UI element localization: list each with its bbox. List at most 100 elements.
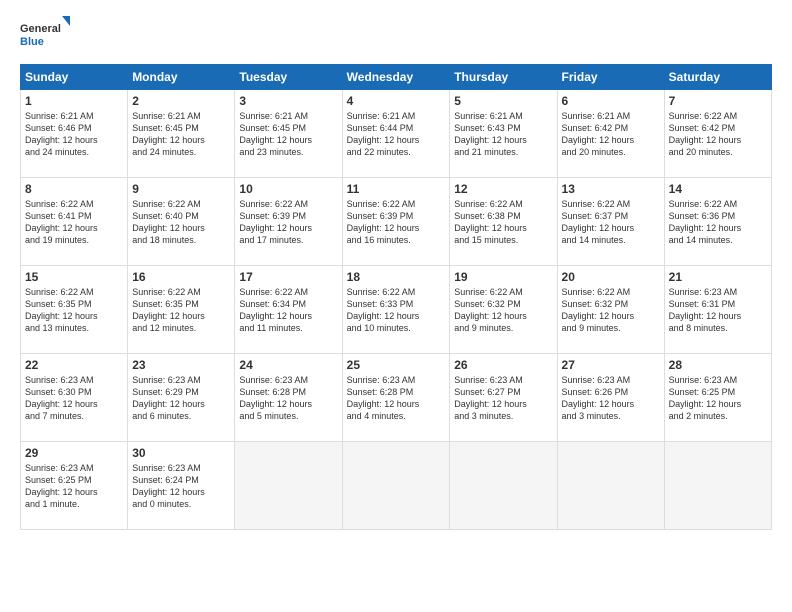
calendar-cell xyxy=(342,442,450,530)
calendar-week-row: 1 Sunrise: 6:21 AM Sunset: 6:46 PM Daylig… xyxy=(21,90,772,178)
day-info: Sunrise: 6:23 AM Sunset: 6:28 PM Dayligh… xyxy=(347,374,446,423)
day-info: Sunrise: 6:23 AM Sunset: 6:25 PM Dayligh… xyxy=(669,374,767,423)
day-info: Sunrise: 6:22 AM Sunset: 6:42 PM Dayligh… xyxy=(669,110,767,159)
calendar-cell: 6 Sunrise: 6:21 AM Sunset: 6:42 PM Daylig… xyxy=(557,90,664,178)
calendar-cell: 24Sunrise: 6:23 AM Sunset: 6:28 PM Dayli… xyxy=(235,354,342,442)
day-number: 24 xyxy=(239,358,337,372)
day-number: 12 xyxy=(454,182,552,196)
calendar-cell: 14 Sunrise: 6:22 AM Sunset: 6:36 PM Dayli… xyxy=(664,178,771,266)
day-number: 26 xyxy=(454,358,552,372)
day-info: Sunrise: 6:23 AM Sunset: 6:24 PM Dayligh… xyxy=(132,462,230,511)
logo: General Blue xyxy=(20,16,70,52)
day-number: 10 xyxy=(239,182,337,196)
day-info: Sunrise: 6:22 AM Sunset: 6:35 PM Dayligh… xyxy=(132,286,230,335)
calendar-cell: 4Sunrise: 6:21 AM Sunset: 6:44 PM Daylig… xyxy=(342,90,450,178)
day-number: 2 xyxy=(132,94,230,108)
day-number: 6 xyxy=(562,94,660,108)
day-info: Sunrise: 6:22 AM Sunset: 6:41 PM Dayligh… xyxy=(25,198,123,247)
day-number: 14 xyxy=(669,182,767,196)
day-info: Sunrise: 6:21 AM Sunset: 6:46 PM Dayligh… xyxy=(25,110,123,159)
day-info: Sunrise: 6:22 AM Sunset: 6:33 PM Dayligh… xyxy=(347,286,446,335)
day-info: Sunrise: 6:23 AM Sunset: 6:31 PM Dayligh… xyxy=(669,286,767,335)
day-info: Sunrise: 6:23 AM Sunset: 6:25 PM Dayligh… xyxy=(25,462,123,511)
day-info: Sunrise: 6:23 AM Sunset: 6:26 PM Dayligh… xyxy=(562,374,660,423)
calendar-cell: 17Sunrise: 6:22 AM Sunset: 6:34 PM Dayli… xyxy=(235,266,342,354)
calendar-cell: 30 Sunrise: 6:23 AM Sunset: 6:24 PM Dayli… xyxy=(128,442,235,530)
calendar-week-row: 8 Sunrise: 6:22 AM Sunset: 6:41 PM Daylig… xyxy=(21,178,772,266)
day-number: 23 xyxy=(132,358,230,372)
calendar-cell: 5 Sunrise: 6:21 AM Sunset: 6:43 PM Daylig… xyxy=(450,90,557,178)
day-number: 9 xyxy=(132,182,230,196)
day-info: Sunrise: 6:21 AM Sunset: 6:42 PM Dayligh… xyxy=(562,110,660,159)
calendar-day-header: Monday xyxy=(128,65,235,90)
day-info: Sunrise: 6:22 AM Sunset: 6:37 PM Dayligh… xyxy=(562,198,660,247)
day-number: 3 xyxy=(239,94,337,108)
calendar-cell: 7 Sunrise: 6:22 AM Sunset: 6:42 PM Daylig… xyxy=(664,90,771,178)
calendar-cell: 9 Sunrise: 6:22 AM Sunset: 6:40 PM Daylig… xyxy=(128,178,235,266)
calendar-day-header: Thursday xyxy=(450,65,557,90)
calendar-cell: 19Sunrise: 6:22 AM Sunset: 6:32 PM Dayli… xyxy=(450,266,557,354)
day-info: Sunrise: 6:22 AM Sunset: 6:35 PM Dayligh… xyxy=(25,286,123,335)
calendar-cell: 29 Sunrise: 6:23 AM Sunset: 6:25 PM Dayli… xyxy=(21,442,128,530)
calendar-cell xyxy=(450,442,557,530)
day-number: 13 xyxy=(562,182,660,196)
calendar-cell: 3 Sunrise: 6:21 AM Sunset: 6:45 PM Daylig… xyxy=(235,90,342,178)
day-number: 5 xyxy=(454,94,552,108)
day-number: 16 xyxy=(132,270,230,284)
day-info: Sunrise: 6:22 AM Sunset: 6:38 PM Dayligh… xyxy=(454,198,552,247)
day-number: 25 xyxy=(347,358,446,372)
calendar-cell: 11 Sunrise: 6:22 AM Sunset: 6:39 PM Dayli… xyxy=(342,178,450,266)
calendar-cell: 28 Sunrise: 6:23 AM Sunset: 6:25 PM Dayli… xyxy=(664,354,771,442)
calendar-cell: 23Sunrise: 6:23 AM Sunset: 6:29 PM Dayli… xyxy=(128,354,235,442)
day-number: 20 xyxy=(562,270,660,284)
day-number: 17 xyxy=(239,270,337,284)
calendar-cell: 2Sunrise: 6:21 AM Sunset: 6:45 PM Daylig… xyxy=(128,90,235,178)
calendar-week-row: 15 Sunrise: 6:22 AM Sunset: 6:35 PM Dayli… xyxy=(21,266,772,354)
calendar-cell: 25 Sunrise: 6:23 AM Sunset: 6:28 PM Dayli… xyxy=(342,354,450,442)
calendar-cell: 18 Sunrise: 6:22 AM Sunset: 6:33 PM Dayli… xyxy=(342,266,450,354)
day-number: 28 xyxy=(669,358,767,372)
calendar-cell: 16 Sunrise: 6:22 AM Sunset: 6:35 PM Dayli… xyxy=(128,266,235,354)
calendar-day-header: Friday xyxy=(557,65,664,90)
day-info: Sunrise: 6:21 AM Sunset: 6:45 PM Dayligh… xyxy=(239,110,337,159)
svg-text:General: General xyxy=(20,23,61,35)
day-info: Sunrise: 6:23 AM Sunset: 6:27 PM Dayligh… xyxy=(454,374,552,423)
day-number: 18 xyxy=(347,270,446,284)
day-info: Sunrise: 6:22 AM Sunset: 6:39 PM Dayligh… xyxy=(239,198,337,247)
day-info: Sunrise: 6:22 AM Sunset: 6:39 PM Dayligh… xyxy=(347,198,446,247)
calendar-cell: 20 Sunrise: 6:22 AM Sunset: 6:32 PM Dayli… xyxy=(557,266,664,354)
header: General Blue xyxy=(20,16,772,52)
calendar-cell xyxy=(557,442,664,530)
day-info: Sunrise: 6:22 AM Sunset: 6:32 PM Dayligh… xyxy=(562,286,660,335)
page-container: General Blue SundayMondayTuesdayWednesda… xyxy=(0,0,792,540)
calendar-header-row: SundayMondayTuesdayWednesdayThursdayFrid… xyxy=(21,65,772,90)
day-number: 15 xyxy=(25,270,123,284)
day-number: 8 xyxy=(25,182,123,196)
calendar-cell: 15 Sunrise: 6:22 AM Sunset: 6:35 PM Dayli… xyxy=(21,266,128,354)
calendar-cell: 26 Sunrise: 6:23 AM Sunset: 6:27 PM Dayli… xyxy=(450,354,557,442)
day-number: 29 xyxy=(25,446,123,460)
day-info: Sunrise: 6:22 AM Sunset: 6:40 PM Dayligh… xyxy=(132,198,230,247)
day-number: 30 xyxy=(132,446,230,460)
day-info: Sunrise: 6:21 AM Sunset: 6:44 PM Dayligh… xyxy=(347,110,446,159)
logo-svg: General Blue xyxy=(20,16,70,52)
calendar-cell: 12 Sunrise: 6:22 AM Sunset: 6:38 PM Dayli… xyxy=(450,178,557,266)
day-number: 7 xyxy=(669,94,767,108)
calendar-cell: 27 Sunrise: 6:23 AM Sunset: 6:26 PM Dayli… xyxy=(557,354,664,442)
calendar-cell: 22Sunrise: 6:23 AM Sunset: 6:30 PM Dayli… xyxy=(21,354,128,442)
calendar-cell: 21 Sunrise: 6:23 AM Sunset: 6:31 PM Dayli… xyxy=(664,266,771,354)
day-info: Sunrise: 6:21 AM Sunset: 6:43 PM Dayligh… xyxy=(454,110,552,159)
day-number: 21 xyxy=(669,270,767,284)
calendar-day-header: Sunday xyxy=(21,65,128,90)
day-info: Sunrise: 6:22 AM Sunset: 6:36 PM Dayligh… xyxy=(669,198,767,247)
calendar-day-header: Saturday xyxy=(664,65,771,90)
calendar-table: SundayMondayTuesdayWednesdayThursdayFrid… xyxy=(20,64,772,530)
day-number: 11 xyxy=(347,182,446,196)
calendar-week-row: 22Sunrise: 6:23 AM Sunset: 6:30 PM Dayli… xyxy=(21,354,772,442)
calendar-day-header: Tuesday xyxy=(235,65,342,90)
calendar-cell xyxy=(664,442,771,530)
day-number: 1 xyxy=(25,94,123,108)
calendar-cell: 13 Sunrise: 6:22 AM Sunset: 6:37 PM Dayli… xyxy=(557,178,664,266)
svg-text:Blue: Blue xyxy=(20,36,44,48)
day-number: 27 xyxy=(562,358,660,372)
